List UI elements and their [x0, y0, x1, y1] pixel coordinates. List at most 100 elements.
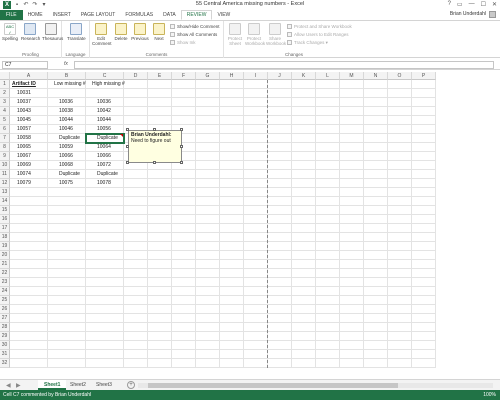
column-header[interactable]: H: [220, 72, 244, 80]
table-cell[interactable]: 10075: [59, 179, 73, 188]
comment-resize-handle[interactable]: [153, 128, 156, 131]
comment-resize-handle[interactable]: [126, 144, 129, 148]
comment-resize-handle[interactable]: [126, 161, 129, 164]
add-sheet-icon[interactable]: +: [127, 381, 135, 389]
column-header[interactable]: I: [244, 72, 268, 80]
table-cell[interactable]: 10036: [97, 98, 111, 107]
row-header[interactable]: 9: [0, 152, 10, 161]
row-header[interactable]: 14: [0, 197, 10, 206]
column-header[interactable]: L: [316, 72, 340, 80]
selected-cell[interactable]: [85, 133, 125, 144]
minimize-icon[interactable]: —: [469, 1, 475, 8]
share-workbook-button[interactable]: Share Workbook: [266, 23, 286, 46]
show-ink-button[interactable]: Show Ink: [170, 40, 196, 46]
row-header[interactable]: 19: [0, 242, 10, 251]
table-cell[interactable]: Duplicate: [97, 170, 118, 179]
table-cell[interactable]: Duplicate: [59, 134, 80, 143]
table-cell[interactable]: 10044: [97, 116, 111, 125]
row-header[interactable]: 27: [0, 314, 10, 323]
column-header[interactable]: A: [10, 72, 48, 80]
table-cell[interactable]: 10031: [17, 89, 31, 98]
research-button[interactable]: Research: [21, 23, 40, 41]
row-header[interactable]: 3: [0, 98, 10, 107]
table-cell[interactable]: 10072: [97, 161, 111, 170]
column-header[interactable]: P: [412, 72, 436, 80]
row-header[interactable]: 1: [0, 80, 10, 89]
row-header[interactable]: 5: [0, 116, 10, 125]
row-header[interactable]: 2: [0, 89, 10, 98]
tab-insert[interactable]: INSERT: [48, 10, 76, 20]
name-box[interactable]: C7: [2, 61, 48, 69]
column-header[interactable]: O: [388, 72, 412, 80]
row-header[interactable]: 30: [0, 341, 10, 350]
tab-file[interactable]: FILE: [0, 10, 23, 20]
comment-resize-handle[interactable]: [180, 128, 183, 131]
user-name[interactable]: Brian Underdahl: [450, 11, 486, 17]
table-cell[interactable]: 10044: [59, 116, 73, 125]
spelling-button[interactable]: ABC ✓ Spelling: [1, 23, 19, 41]
tab-view[interactable]: VIEW: [212, 10, 235, 20]
table-cell[interactable]: 10046: [59, 125, 73, 134]
row-header[interactable]: 12: [0, 179, 10, 188]
help-icon[interactable]: ?: [448, 1, 451, 8]
select-all-corner[interactable]: [0, 72, 10, 80]
row-header[interactable]: 13: [0, 188, 10, 197]
table-cell[interactable]: 10064: [97, 143, 111, 152]
row-header[interactable]: 25: [0, 296, 10, 305]
row-header[interactable]: 16: [0, 215, 10, 224]
close-icon[interactable]: ✕: [492, 1, 497, 8]
row-header[interactable]: 10: [0, 161, 10, 170]
table-cell[interactable]: 10038: [59, 107, 73, 116]
comment-resize-handle[interactable]: [153, 161, 156, 164]
worksheet-grid[interactable]: A B C D E F G H I J K L M N O P 1 2 3 4 5 6 7 8 9 10 11 12 13 14 15 16 1…: [0, 72, 500, 378]
row-header[interactable]: 11: [0, 170, 10, 179]
table-header-cell[interactable]: Artifact ID: [12, 80, 36, 89]
horizontal-scroll-thumb[interactable]: [148, 383, 398, 388]
protect-sheet-button[interactable]: Protect Sheet: [226, 23, 244, 46]
row-header[interactable]: 29: [0, 332, 10, 341]
row-header[interactable]: 17: [0, 224, 10, 233]
table-cell[interactable]: 10045: [17, 116, 31, 125]
row-header[interactable]: 15: [0, 206, 10, 215]
sheet-next-icon[interactable]: ▶: [16, 382, 21, 389]
row-header[interactable]: 6: [0, 125, 10, 134]
table-cell[interactable]: 10057: [17, 125, 31, 134]
table-header-cell[interactable]: Low missing #: [54, 80, 86, 89]
tab-review[interactable]: REVIEW: [180, 10, 213, 20]
column-header[interactable]: E: [148, 72, 172, 80]
row-header[interactable]: 26: [0, 305, 10, 314]
horizontal-scrollbar[interactable]: [138, 383, 493, 388]
formula-input[interactable]: [74, 61, 494, 69]
track-changes-button[interactable]: Track Changes ▾: [287, 40, 328, 46]
table-cell[interactable]: 10078: [97, 179, 111, 188]
zoom-level[interactable]: 100%: [483, 390, 496, 400]
show-all-comments-button[interactable]: Show All Comments: [170, 32, 217, 38]
table-cell[interactable]: 10066: [97, 152, 111, 161]
comment-resize-handle[interactable]: [180, 161, 183, 164]
column-header[interactable]: M: [340, 72, 364, 80]
row-header[interactable]: 32: [0, 359, 10, 368]
comment-resize-handle[interactable]: [180, 144, 183, 148]
previous-comment-button[interactable]: Previous: [131, 23, 149, 41]
protect-share-workbook-button[interactable]: Protect and Share Workbook: [287, 24, 352, 30]
table-cell[interactable]: 10059: [59, 143, 73, 152]
table-header-cell[interactable]: High missing #: [92, 80, 125, 89]
tab-data[interactable]: DATA: [158, 10, 181, 20]
show-hide-comment-button[interactable]: Show/Hide Comment: [170, 24, 220, 30]
row-header[interactable]: 21: [0, 260, 10, 269]
column-header[interactable]: N: [364, 72, 388, 80]
comment-text[interactable]: Need to figure out: [131, 138, 179, 144]
tab-sheet2[interactable]: Sheet2: [64, 380, 92, 390]
tab-home[interactable]: HOME: [23, 10, 48, 20]
column-header[interactable]: F: [172, 72, 196, 80]
tab-formulas[interactable]: FORMULAS: [120, 10, 158, 20]
column-header[interactable]: C: [86, 72, 124, 80]
row-header[interactable]: 28: [0, 323, 10, 332]
avatar[interactable]: [489, 11, 496, 18]
row-header[interactable]: 4: [0, 107, 10, 116]
row-header[interactable]: 20: [0, 251, 10, 260]
row-header[interactable]: 23: [0, 278, 10, 287]
row-header[interactable]: 8: [0, 143, 10, 152]
thesaurus-button[interactable]: Thesaurus: [42, 23, 63, 41]
fx-icon[interactable]: fx: [64, 61, 68, 67]
